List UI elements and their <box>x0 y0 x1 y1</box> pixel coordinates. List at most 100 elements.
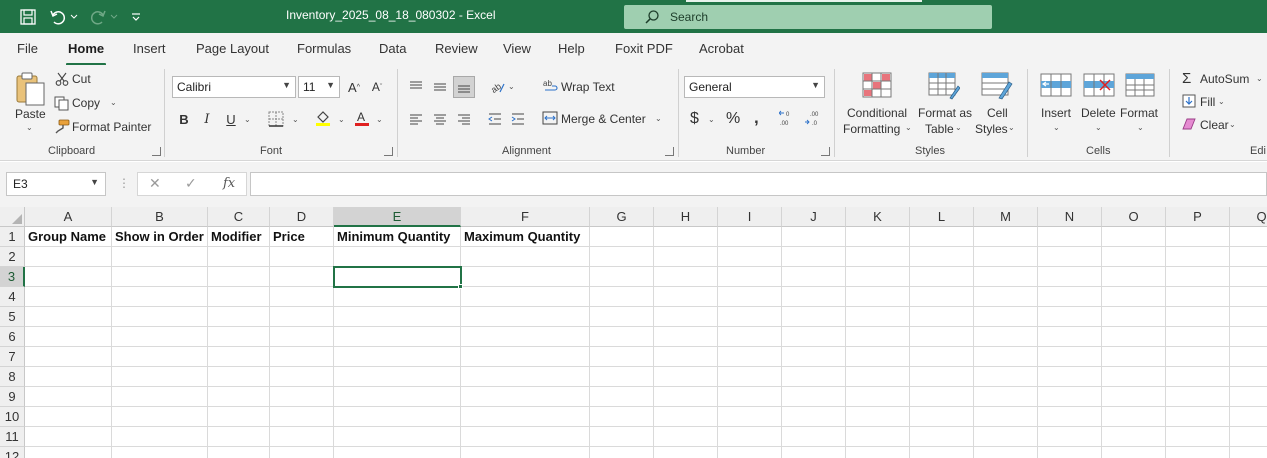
column-header-c[interactable]: C <box>208 207 270 227</box>
cell-e5[interactable] <box>334 307 461 327</box>
cell-g3[interactable] <box>590 267 654 287</box>
formula-bar-grip-icon[interactable]: ⋮ <box>118 176 130 190</box>
cell-i3[interactable] <box>718 267 782 287</box>
cell-n4[interactable] <box>1038 287 1102 307</box>
cut-label[interactable]: Cut <box>72 72 91 86</box>
cell-e1[interactable]: Minimum Quantity <box>334 227 461 247</box>
row-header-7[interactable]: 7 <box>0 347 25 367</box>
cell-o5[interactable] <box>1102 307 1166 327</box>
cell-e4[interactable] <box>334 287 461 307</box>
cell-o12[interactable] <box>1102 447 1166 458</box>
cell-g11[interactable] <box>590 427 654 447</box>
copy-label[interactable]: Copy <box>72 96 100 110</box>
cell-p2[interactable] <box>1166 247 1230 267</box>
column-header-h[interactable]: H <box>654 207 718 227</box>
cell-d7[interactable] <box>270 347 334 367</box>
cell-j10[interactable] <box>782 407 846 427</box>
cell-j5[interactable] <box>782 307 846 327</box>
cell-f4[interactable] <box>461 287 590 307</box>
tab-home[interactable]: Home <box>68 41 104 56</box>
cell-k5[interactable] <box>846 307 910 327</box>
cell-styles-dropdown-icon[interactable]: ⌄ <box>1008 123 1015 132</box>
underline-icon[interactable]: U <box>220 108 242 130</box>
cell-g1[interactable] <box>590 227 654 247</box>
cell-j11[interactable] <box>782 427 846 447</box>
cell-l10[interactable] <box>910 407 974 427</box>
cell-d3[interactable] <box>270 267 334 287</box>
cell-n7[interactable] <box>1038 347 1102 367</box>
cell-k4[interactable] <box>846 287 910 307</box>
column-header-n[interactable]: N <box>1038 207 1102 227</box>
cell-d10[interactable] <box>270 407 334 427</box>
cell-b8[interactable] <box>112 367 208 387</box>
cell-g8[interactable] <box>590 367 654 387</box>
cell-b4[interactable] <box>112 287 208 307</box>
cell-c2[interactable] <box>208 247 270 267</box>
cell-i5[interactable] <box>718 307 782 327</box>
delete-cells-dropdown-icon[interactable]: ⌄ <box>1095 123 1102 132</box>
cell-j8[interactable] <box>782 367 846 387</box>
increase-font-size-icon[interactable]: A ^ <box>343 76 365 98</box>
formula-input[interactable] <box>250 172 1267 196</box>
row-header-9[interactable]: 9 <box>0 387 25 407</box>
cell-a2[interactable] <box>25 247 112 267</box>
bottom-align-icon[interactable] <box>453 76 475 98</box>
cell-o11[interactable] <box>1102 427 1166 447</box>
copy-dropdown-icon[interactable]: ⌄ <box>110 98 117 107</box>
cell-n5[interactable] <box>1038 307 1102 327</box>
cell-b9[interactable] <box>112 387 208 407</box>
cell-h1[interactable] <box>654 227 718 247</box>
cell-f11[interactable] <box>461 427 590 447</box>
bold-icon[interactable]: B <box>173 108 195 130</box>
cell-k10[interactable] <box>846 407 910 427</box>
cell-c4[interactable] <box>208 287 270 307</box>
cell-m4[interactable] <box>974 287 1038 307</box>
cell-n3[interactable] <box>1038 267 1102 287</box>
cell-l2[interactable] <box>910 247 974 267</box>
search-box[interactable]: Search <box>624 5 992 29</box>
clear-icon[interactable] <box>1181 117 1197 131</box>
cell-a7[interactable] <box>25 347 112 367</box>
cell-m7[interactable] <box>974 347 1038 367</box>
cell-a3[interactable] <box>25 267 112 287</box>
cell-k1[interactable] <box>846 227 910 247</box>
cell-i10[interactable] <box>718 407 782 427</box>
column-header-i[interactable]: I <box>718 207 782 227</box>
cell-c12[interactable] <box>208 447 270 458</box>
cell-d8[interactable] <box>270 367 334 387</box>
cell-n1[interactable] <box>1038 227 1102 247</box>
cell-q4[interactable] <box>1230 287 1267 307</box>
cell-l7[interactable] <box>910 347 974 367</box>
cell-d9[interactable] <box>270 387 334 407</box>
orientation-dropdown-icon[interactable]: ⌄ <box>508 82 515 91</box>
insert-function-button[interactable]: fx <box>223 176 235 191</box>
cell-k11[interactable] <box>846 427 910 447</box>
font-name-select[interactable]: Calibri ▼ <box>172 76 296 98</box>
cell-g4[interactable] <box>590 287 654 307</box>
clear-dropdown-icon[interactable]: ⌄ <box>1229 120 1236 129</box>
cell-b12[interactable] <box>112 447 208 458</box>
format-cells-icon[interactable] <box>1125 72 1157 100</box>
cell-m10[interactable] <box>974 407 1038 427</box>
cell-o4[interactable] <box>1102 287 1166 307</box>
cell-h10[interactable] <box>654 407 718 427</box>
row-header-11[interactable]: 11 <box>0 427 25 447</box>
cell-q3[interactable] <box>1230 267 1267 287</box>
underline-dropdown-icon[interactable]: ⌄ <box>244 115 251 124</box>
conditional-formatting-label[interactable]: Conditional <box>847 106 907 120</box>
alignment-launcher-icon[interactable] <box>665 147 674 156</box>
cell-l6[interactable] <box>910 327 974 347</box>
cell-m3[interactable] <box>974 267 1038 287</box>
row-header-10[interactable]: 10 <box>0 407 25 427</box>
cell-m12[interactable] <box>974 447 1038 458</box>
percent-icon[interactable]: % <box>726 110 740 128</box>
cell-h4[interactable] <box>654 287 718 307</box>
cell-q2[interactable] <box>1230 247 1267 267</box>
format-cells-dropdown-icon[interactable]: ⌄ <box>1137 123 1144 132</box>
clear-label[interactable]: Clear <box>1200 118 1229 132</box>
font-launcher-icon[interactable] <box>384 147 393 156</box>
cell-q10[interactable] <box>1230 407 1267 427</box>
cell-l12[interactable] <box>910 447 974 458</box>
cell-n10[interactable] <box>1038 407 1102 427</box>
tab-formulas[interactable]: Formulas <box>297 41 351 56</box>
